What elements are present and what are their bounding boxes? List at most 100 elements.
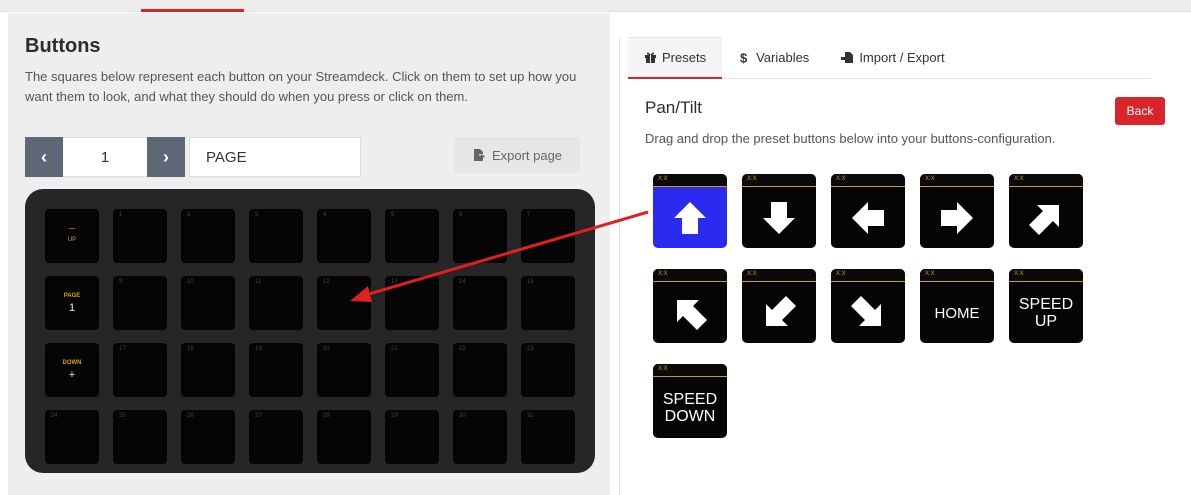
tab-import-export[interactable]: Import / Export bbox=[825, 37, 961, 79]
tab-variables[interactable]: $ Variables bbox=[722, 37, 826, 79]
top-bar bbox=[0, 0, 1191, 12]
preset-header-label: X:X bbox=[658, 176, 668, 182]
preset-header: X:X bbox=[1009, 174, 1083, 187]
deck-key-number: 18 bbox=[187, 346, 194, 352]
preset-header: X:X bbox=[831, 269, 905, 282]
preset-speed-up[interactable]: X:X SPEED UP bbox=[1009, 269, 1083, 343]
deck-key[interactable]: 19 bbox=[249, 343, 303, 397]
prev-page-button[interactable]: ‹ bbox=[25, 137, 63, 177]
deck-key[interactable]: 10 bbox=[181, 276, 235, 330]
deck-key[interactable]: 7 bbox=[521, 209, 575, 263]
deck-key-label-main: 1 bbox=[68, 302, 76, 314]
deck-key[interactable]: 17 bbox=[113, 343, 167, 397]
preset-arrow-down-right[interactable]: X:X bbox=[831, 269, 905, 343]
preset-arrow-down-left[interactable]: X:X bbox=[742, 269, 816, 343]
preset-label-line2: DOWN bbox=[664, 408, 716, 425]
deck-key[interactable]: 29 bbox=[385, 410, 439, 464]
preset-arrow-up[interactable]: X:X bbox=[653, 174, 727, 248]
deck-key-number: 25 bbox=[119, 413, 126, 419]
deck-key[interactable]: 21 bbox=[385, 343, 439, 397]
preset-header: X:X bbox=[1009, 269, 1083, 282]
deck-key-number: 13 bbox=[391, 279, 398, 285]
preset-header: X:X bbox=[653, 174, 727, 187]
export-page-button[interactable]: Export page bbox=[454, 137, 580, 173]
deck-key-number: 1 bbox=[119, 212, 123, 218]
preset-body bbox=[920, 188, 994, 248]
deck-key-label-main: UP bbox=[67, 237, 77, 243]
deck-key-number: 24 bbox=[51, 413, 58, 419]
deck-key[interactable]: 9 bbox=[113, 276, 167, 330]
deck-key[interactable]: 23 bbox=[521, 343, 575, 397]
page-pager: ‹ 1 › bbox=[25, 137, 185, 177]
active-nav-indicator bbox=[141, 9, 244, 12]
preset-label: SPEED UP bbox=[1019, 296, 1073, 330]
deck-key-number: 27 bbox=[255, 413, 262, 419]
deck-keys: — UP 1 2 3 4 5 6 7 PAGE 1 9 10 11 12 13 14 15 DOWN +17 18 19 2… bbox=[45, 209, 575, 464]
preset-body bbox=[653, 188, 727, 248]
deck-key[interactable]: 5 bbox=[385, 209, 439, 263]
deck-key[interactable]: 22 bbox=[453, 343, 507, 397]
preset-header-label: X:X bbox=[658, 271, 668, 277]
preset-body: SPEED DOWN bbox=[653, 378, 727, 438]
deck-key[interactable]: 30 bbox=[453, 410, 507, 464]
deck-key[interactable]: DOWN + bbox=[45, 343, 99, 397]
preset-arrow-left[interactable]: X:X bbox=[831, 174, 905, 248]
deck-key[interactable]: 26 bbox=[181, 410, 235, 464]
presets-panel: Presets $ Variables Import / Export Pan/… bbox=[619, 37, 1191, 495]
preset-header-label: X:X bbox=[1014, 176, 1024, 182]
preset-arrow-down[interactable]: X:X bbox=[742, 174, 816, 248]
deck-key[interactable]: 24 bbox=[45, 410, 99, 464]
deck-key[interactable]: 1 bbox=[113, 209, 167, 263]
preset-home[interactable]: X:X HOME bbox=[920, 269, 994, 343]
deck-key-number: 11 bbox=[255, 279, 262, 285]
page-number-field[interactable]: 1 bbox=[63, 137, 147, 177]
preset-arrow-up-left[interactable]: X:X bbox=[653, 269, 727, 343]
preset-header-label: X:X bbox=[747, 176, 757, 182]
tab-import-export-label: Import / Export bbox=[859, 50, 945, 65]
preset-arrow-right[interactable]: X:X bbox=[920, 174, 994, 248]
deck-key[interactable]: 4 bbox=[317, 209, 371, 263]
preset-header-label: X:X bbox=[836, 271, 846, 277]
deck-key-number: 22 bbox=[459, 346, 466, 352]
deck-key[interactable]: — UP bbox=[45, 209, 99, 263]
deck-key[interactable]: 14 bbox=[453, 276, 507, 330]
deck-key[interactable]: 25 bbox=[113, 410, 167, 464]
tab-presets[interactable]: Presets bbox=[628, 37, 723, 79]
deck-key-number: 19 bbox=[255, 346, 262, 352]
deck-key[interactable]: 6 bbox=[453, 209, 507, 263]
back-button[interactable]: Back bbox=[1115, 97, 1165, 125]
deck-key[interactable]: PAGE 1 bbox=[45, 276, 99, 330]
deck-key[interactable]: 27 bbox=[249, 410, 303, 464]
deck-key[interactable]: 3 bbox=[249, 209, 303, 263]
deck-key-number: 10 bbox=[187, 279, 194, 285]
preset-header-label: X:X bbox=[925, 176, 935, 182]
preset-header: X:X bbox=[653, 269, 727, 282]
deck-key[interactable]: 2 bbox=[181, 209, 235, 263]
deck-key[interactable]: 28 bbox=[317, 410, 371, 464]
preset-header: X:X bbox=[742, 174, 816, 187]
arrow-down-icon bbox=[763, 202, 795, 234]
deck-key[interactable]: 18 bbox=[181, 343, 235, 397]
deck-key[interactable]: 11 bbox=[249, 276, 303, 330]
deck-key[interactable]: 15 bbox=[521, 276, 575, 330]
deck-key[interactable]: 12 bbox=[317, 276, 371, 330]
deck-key-label-top: — bbox=[69, 226, 75, 232]
preset-arrow-up-right[interactable]: X:X bbox=[1009, 174, 1083, 248]
preset-header: X:X bbox=[831, 174, 905, 187]
deck-key[interactable]: 20 bbox=[317, 343, 371, 397]
tab-variables-label: Variables bbox=[756, 50, 810, 65]
deck-key-label-main: + bbox=[68, 369, 76, 381]
deck-key[interactable]: 31 bbox=[521, 410, 575, 464]
next-page-button[interactable]: › bbox=[147, 137, 185, 177]
deck-key-number: 30 bbox=[459, 413, 466, 419]
deck-key[interactable]: 13 bbox=[385, 276, 439, 330]
file-import-icon bbox=[841, 52, 854, 63]
preset-label-line1: HOME bbox=[934, 304, 980, 322]
preset-speed-down[interactable]: X:X SPEED DOWN bbox=[653, 364, 727, 438]
buttons-panel: Buttons The squares below represent each… bbox=[8, 13, 610, 495]
page-name-input[interactable]: PAGE bbox=[189, 137, 361, 177]
preset-category-title: Pan/Tilt bbox=[645, 98, 703, 117]
arrow-down-left-icon bbox=[766, 296, 796, 326]
preset-buttons-grid: X:X X:X X:X X:X X:X X:X X:X X:X X:X HOME X:X SPEED U… bbox=[653, 174, 1083, 438]
deck-key-number: 26 bbox=[187, 413, 194, 419]
